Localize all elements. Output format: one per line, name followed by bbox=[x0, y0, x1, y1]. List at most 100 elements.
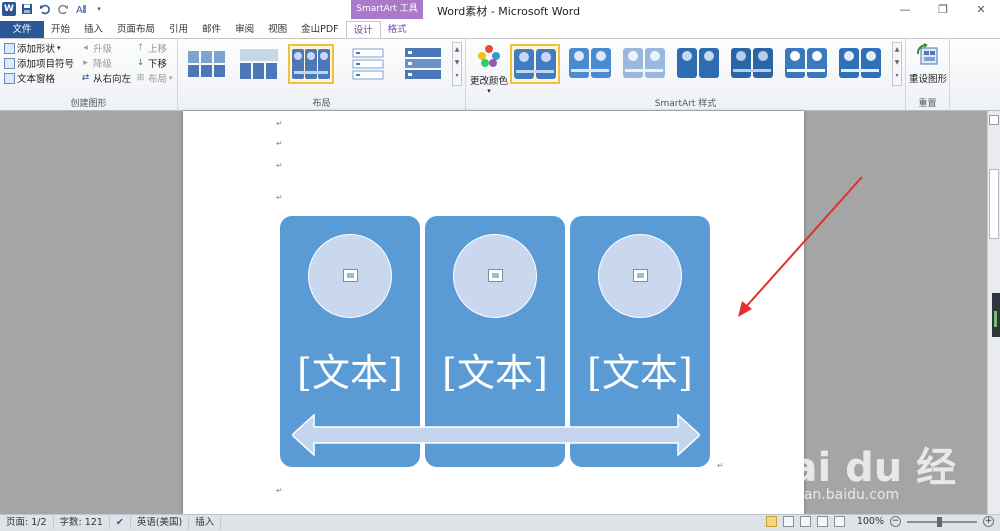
styles-gallery-scroll[interactable]: ▲ ▼ ▾ bbox=[892, 42, 902, 86]
side-panel-tab[interactable] bbox=[992, 293, 1000, 337]
text-pane-icon bbox=[4, 72, 15, 84]
paragraph-mark: ↵ bbox=[276, 486, 283, 495]
outline-view-icon[interactable] bbox=[816, 516, 828, 527]
web-layout-view-icon[interactable] bbox=[799, 516, 811, 527]
document-page[interactable]: ↵ ↵ ↵ ↵ ↵ ↵ [文本] [文本] [文本] bbox=[183, 111, 804, 514]
layout-option-1[interactable] bbox=[184, 44, 230, 84]
full-screen-reading-view-icon[interactable] bbox=[782, 516, 794, 527]
annotation-arrow bbox=[738, 176, 863, 317]
tab-view[interactable]: 视图 bbox=[261, 21, 294, 38]
panel-text[interactable]: [文本] bbox=[425, 342, 565, 397]
customize-toolbar-icon[interactable]: ▾ bbox=[92, 2, 106, 16]
paragraph-mark: ↵ bbox=[276, 161, 283, 170]
promote-icon: ◂ bbox=[83, 43, 88, 53]
tab-design[interactable]: 设计 bbox=[345, 21, 381, 38]
text-pane-button[interactable]: 文本窗格 bbox=[4, 71, 55, 85]
create-graphic-group: 添加形状 ▾ 添加项目符号 文本窗格 ◂ 升级 ▸ 降级 ⇄ 从右向左 ↑ 上移 … bbox=[0, 39, 178, 111]
minimize-button[interactable]: — bbox=[886, 0, 924, 20]
add-bullet-button[interactable]: 添加项目符号 bbox=[4, 56, 74, 70]
tab-mailings[interactable]: 邮件 bbox=[195, 21, 228, 38]
smartart-style-3[interactable] bbox=[620, 44, 670, 84]
smartart-tools-label: SmartArt 工具 bbox=[351, 0, 423, 19]
proofing-icon[interactable]: ✔ bbox=[110, 516, 131, 530]
zoom-slider-knob[interactable] bbox=[937, 516, 942, 527]
smartart-style-5[interactable] bbox=[728, 44, 778, 84]
ribbon: 添加形状 ▾ 添加项目符号 文本窗格 ◂ 升级 ▸ 降级 ⇄ 从右向左 ↑ 上移 … bbox=[0, 38, 1000, 111]
format-painter-icon[interactable]: A bbox=[74, 2, 88, 16]
baidu-watermark: Bai du 经验 jingyan.baidu.com bbox=[760, 425, 990, 531]
tab-kingsoft-pdf[interactable]: 金山PDF bbox=[294, 21, 346, 38]
smartart-graphic[interactable]: [文本] [文本] [文本] bbox=[280, 216, 712, 468]
paragraph-mark: ↵ bbox=[276, 119, 283, 128]
tab-insert[interactable]: 插入 bbox=[77, 21, 110, 38]
zoom-out-button[interactable]: − bbox=[890, 516, 901, 527]
smartart-style-7[interactable] bbox=[836, 44, 886, 84]
language-indicator[interactable]: 英语(美国) bbox=[131, 516, 190, 530]
zoom-slider[interactable] bbox=[907, 516, 977, 527]
smartart-style-4[interactable] bbox=[674, 44, 724, 84]
undo-icon[interactable] bbox=[38, 2, 52, 16]
svg-text:A: A bbox=[76, 5, 83, 15]
quick-access-toolbar: W A ▾ bbox=[2, 2, 106, 16]
promote-button[interactable]: ◂ 升级 bbox=[80, 41, 112, 55]
add-bullet-icon bbox=[4, 57, 15, 69]
reset-group: 重设图形 重置 bbox=[906, 39, 950, 111]
reset-graphic-button[interactable]: 重设图形 bbox=[906, 42, 950, 85]
change-colors-button[interactable]: 更改颜色 ▾ bbox=[468, 42, 510, 95]
tab-page-layout[interactable]: 页面布局 bbox=[110, 21, 162, 38]
window-controls: — ❐ ✕ bbox=[886, 0, 1000, 20]
panel-text[interactable]: [文本] bbox=[280, 342, 420, 397]
ruler-toggle-icon[interactable] bbox=[989, 115, 999, 125]
layouts-gallery-scroll[interactable]: ▲ ▼ ▾ bbox=[452, 42, 462, 86]
layout-icon: ⊞ bbox=[136, 73, 145, 83]
layout-option-2[interactable] bbox=[236, 44, 282, 84]
add-shape-icon bbox=[4, 42, 15, 54]
word-app-icon[interactable]: W bbox=[2, 2, 16, 16]
tab-review[interactable]: 审阅 bbox=[228, 21, 261, 38]
move-down-icon: ↓ bbox=[136, 58, 145, 68]
smartart-style-2[interactable] bbox=[566, 44, 616, 84]
picture-placeholder[interactable] bbox=[453, 234, 537, 318]
right-to-left-button[interactable]: ⇄ 从右向左 bbox=[80, 71, 131, 85]
page-count[interactable]: 页面: 1/2 bbox=[0, 516, 54, 530]
zoom-level[interactable]: 100% bbox=[857, 516, 884, 527]
double-arrow-shape[interactable] bbox=[292, 412, 700, 458]
smartart-style-6[interactable] bbox=[782, 44, 832, 84]
word-count[interactable]: 字数: 121 bbox=[54, 516, 110, 530]
move-up-button[interactable]: ↑ 上移 bbox=[135, 41, 167, 55]
restore-button[interactable]: ❐ bbox=[924, 0, 962, 20]
layout-button[interactable]: ⊞ 布局 ▾ bbox=[135, 71, 173, 85]
print-layout-view-icon[interactable] bbox=[765, 516, 777, 527]
tab-references[interactable]: 引用 bbox=[162, 21, 195, 38]
insert-picture-icon[interactable] bbox=[343, 269, 358, 282]
tab-format[interactable]: 格式 bbox=[381, 21, 414, 38]
window-title: Word素材 - Microsoft Word bbox=[437, 5, 581, 18]
picture-placeholder[interactable] bbox=[598, 234, 682, 318]
paragraph-mark: ↵ bbox=[276, 139, 283, 148]
change-colors-icon bbox=[478, 45, 500, 67]
insert-picture-icon[interactable] bbox=[633, 269, 648, 282]
draft-view-icon[interactable] bbox=[833, 516, 845, 527]
close-button[interactable]: ✕ bbox=[962, 0, 1000, 20]
add-shape-button[interactable]: 添加形状 ▾ bbox=[4, 41, 61, 55]
insert-mode[interactable]: 插入 bbox=[189, 516, 222, 530]
view-and-zoom-controls: 100% − + bbox=[765, 516, 994, 527]
paragraph-mark: ↵ bbox=[276, 193, 283, 202]
insert-picture-icon[interactable] bbox=[488, 269, 503, 282]
create-graphic-label: 创建图形 bbox=[70, 99, 107, 109]
scrollbar-thumb[interactable] bbox=[989, 169, 999, 239]
tab-home[interactable]: 开始 bbox=[44, 21, 77, 38]
layout-option-picture-accent[interactable] bbox=[288, 44, 334, 84]
layout-option-4[interactable] bbox=[346, 44, 392, 84]
smartart-style-1[interactable] bbox=[510, 44, 560, 84]
panel-text[interactable]: [文本] bbox=[570, 342, 710, 397]
save-icon[interactable] bbox=[20, 2, 34, 16]
move-down-button[interactable]: ↓ 下移 bbox=[135, 56, 167, 70]
layout-option-5[interactable] bbox=[400, 44, 446, 84]
redo-icon[interactable] bbox=[56, 2, 70, 16]
zoom-in-button[interactable]: + bbox=[983, 516, 994, 527]
picture-placeholder[interactable] bbox=[308, 234, 392, 318]
demote-button[interactable]: ▸ 降级 bbox=[80, 56, 112, 70]
title-bar: W A ▾ SmartArt 工具 Word素材 - Microsoft Wor… bbox=[0, 0, 1000, 21]
tab-file[interactable]: 文件 bbox=[0, 21, 44, 38]
